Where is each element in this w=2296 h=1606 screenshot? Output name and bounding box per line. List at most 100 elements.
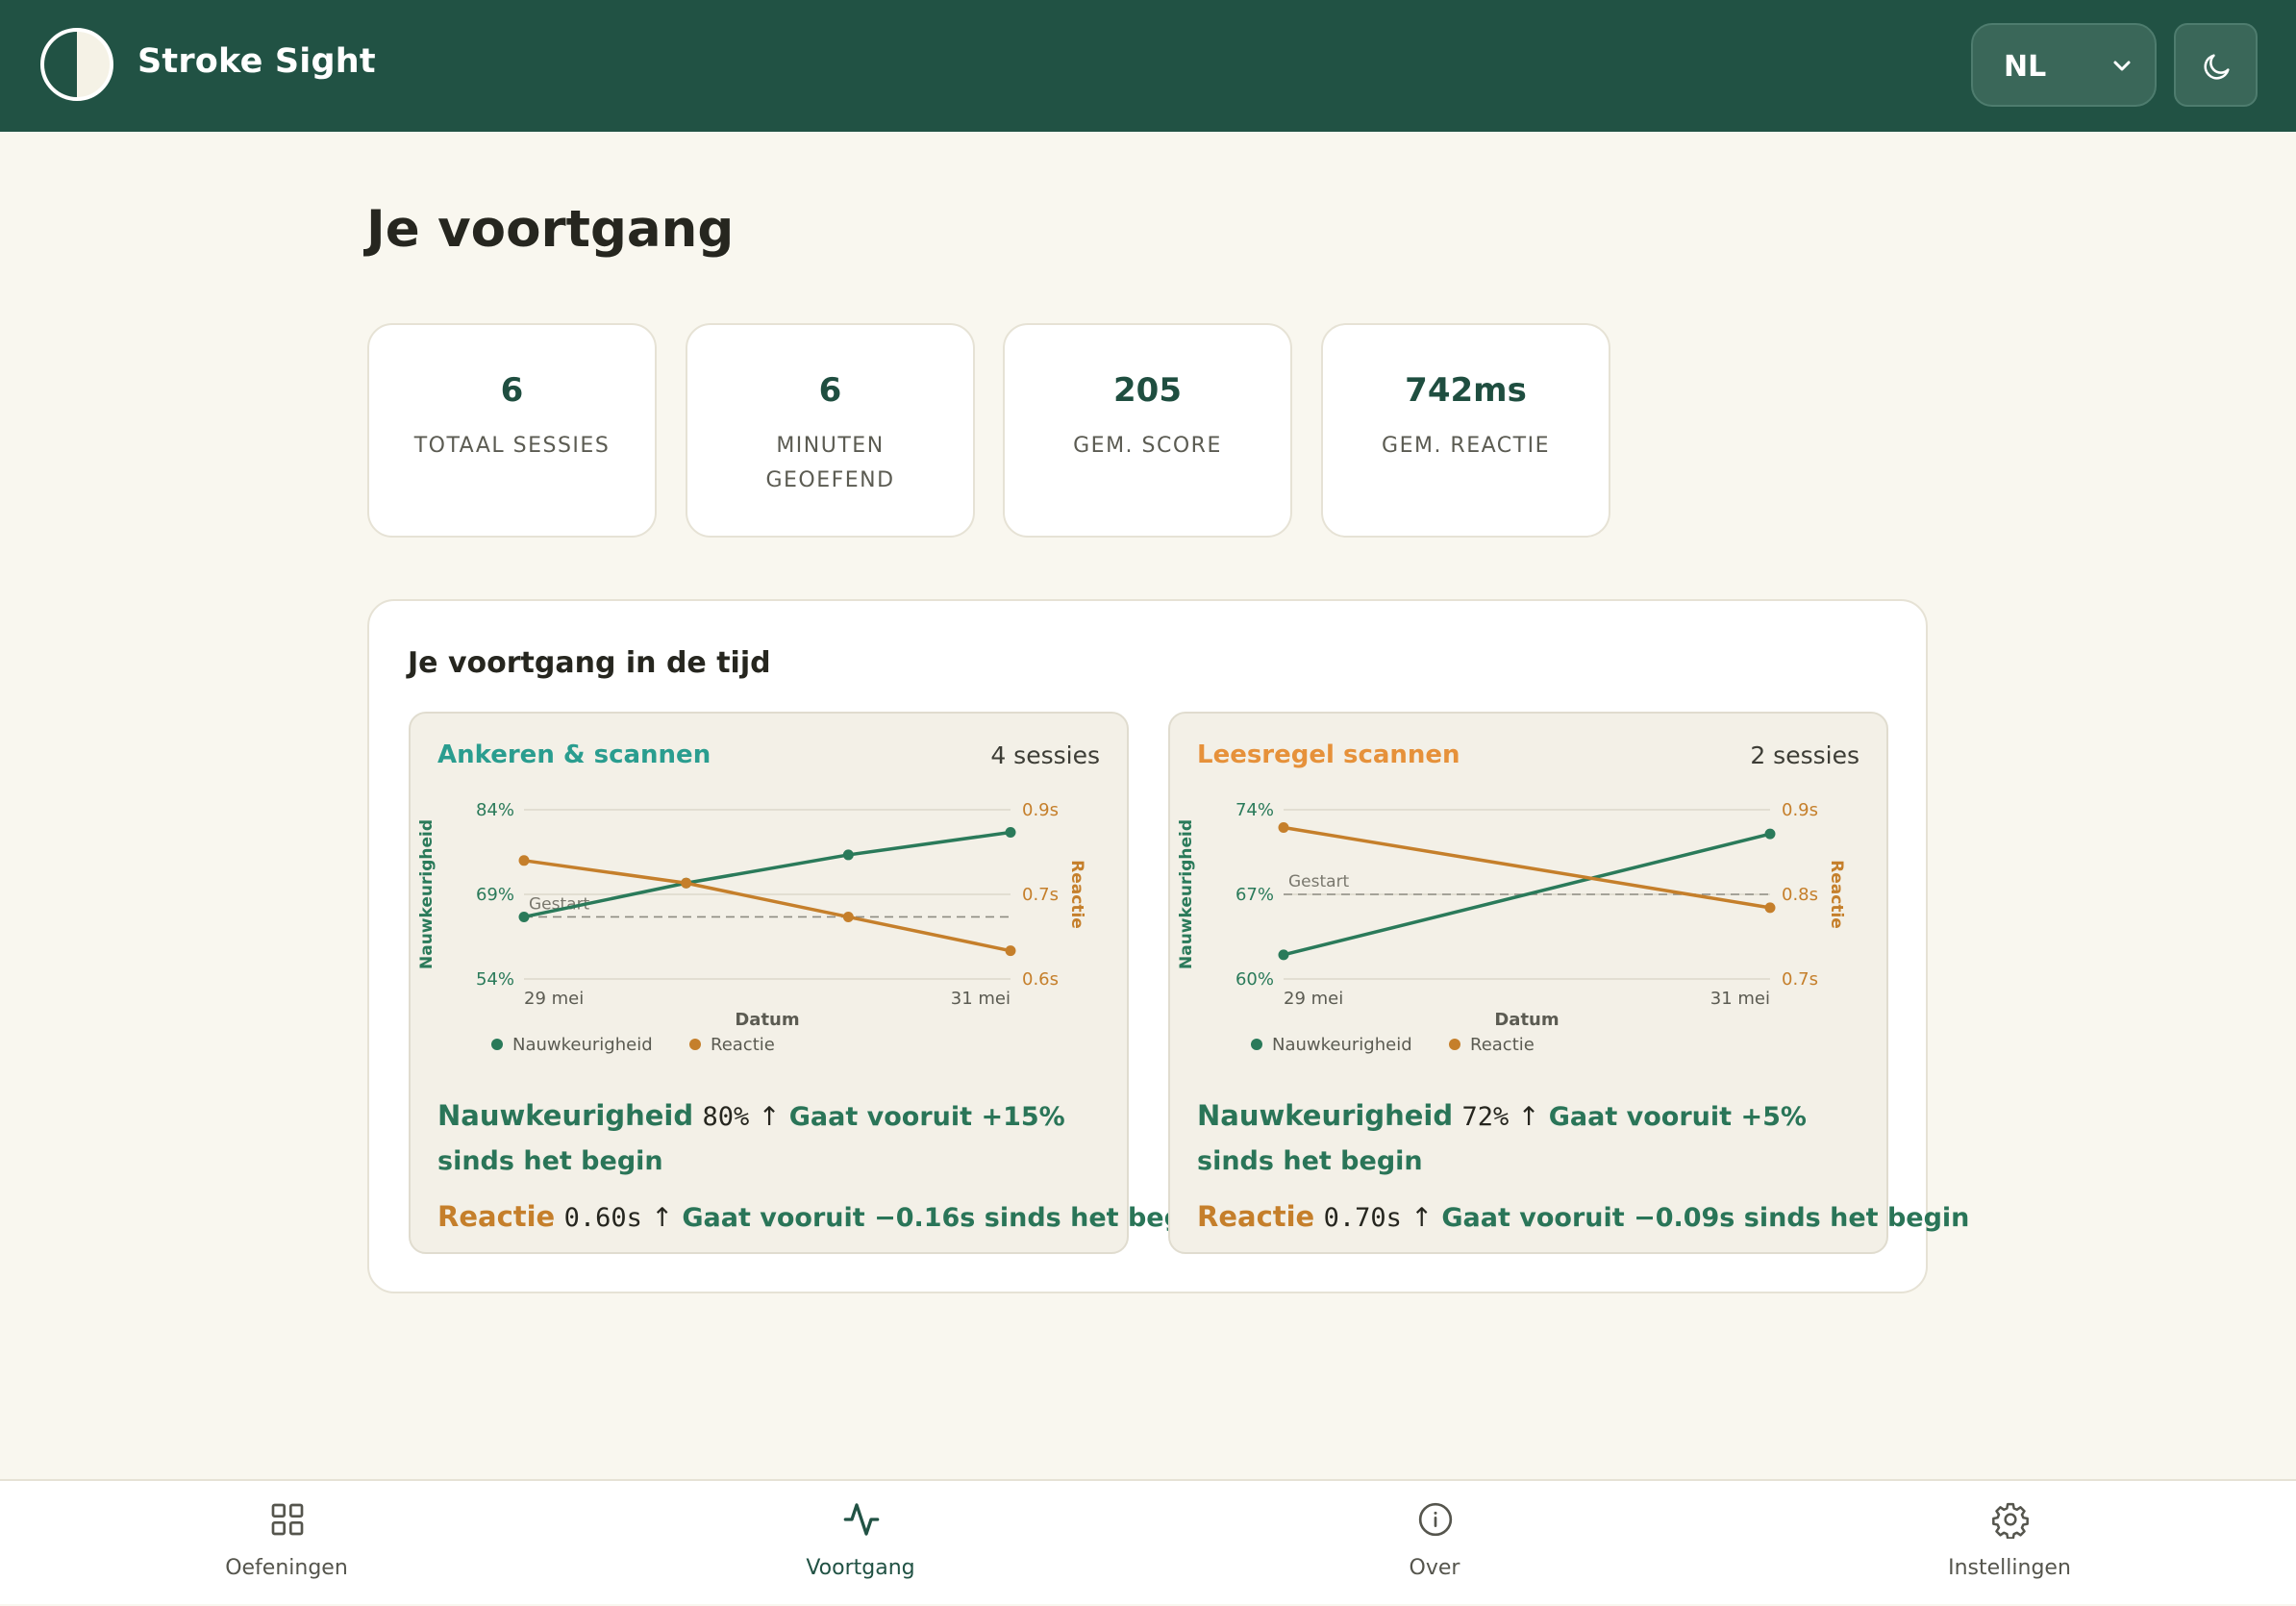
page-title: Je voortgang	[366, 200, 735, 259]
series-line-accuracy	[523, 830, 1011, 919]
language-value: NL	[2004, 50, 2047, 84]
stat-label: GEM. SCORE	[1073, 434, 1222, 458]
y2-tick-label: 0.6s	[1022, 969, 1059, 990]
y-tick-label: 54%	[476, 969, 514, 990]
stat-value: 6	[818, 371, 842, 410]
data-point	[518, 911, 530, 922]
reaction-trend: Gaat vooruit −0.16s sinds het begin	[682, 1203, 1210, 1233]
y2-tick-label: 0.8s	[1782, 885, 1818, 905]
y2-axis-label: Reactie	[1067, 860, 1086, 929]
accuracy-summary: Nauwkeurigheid 72% ↑ Gaat vooruit +5% si…	[1197, 1093, 1870, 1184]
accuracy-label: Nauwkeurigheid	[437, 1099, 694, 1132]
stat-value: 742ms	[1405, 371, 1527, 410]
y-axis-label: Nauwkeurigheid	[1177, 819, 1196, 969]
nav-item-progress[interactable]: Voortgang	[716, 1481, 1005, 1606]
stat-card-avg-score: 205 GEM. SCORE	[1003, 323, 1292, 538]
chevron-down-icon	[2113, 61, 2131, 71]
brand-name: Stroke Sight	[137, 42, 376, 81]
reaction-summary: Reactie 0.70s ↑ Gaat vooruit −0.09s sind…	[1197, 1194, 1969, 1241]
y2-tick-label: 0.7s	[1782, 969, 1818, 990]
data-point	[1005, 945, 1016, 957]
moon-icon	[2204, 54, 2230, 80]
arrow-up-icon: ↑	[1517, 1102, 1540, 1132]
nav-item-about[interactable]: Over	[1290, 1481, 1579, 1606]
legend-marker	[1449, 1039, 1460, 1050]
card-title: Leesregel scannen	[1197, 740, 1460, 769]
reaction-label: Reactie	[437, 1200, 556, 1233]
y-tick-label: 84%	[476, 800, 514, 820]
data-point	[1278, 822, 1289, 834]
progress-chart: 54% 69% 84% 0.6s 0.7s 0.9s Nauwkeurigheid React…	[417, 800, 1086, 1055]
y-axis-label: Nauwkeurigheid	[417, 819, 437, 969]
card-title: Ankeren & scannen	[437, 740, 711, 769]
reaction-value: 0.60s	[563, 1203, 642, 1233]
stat-value: 6	[500, 371, 524, 410]
exercise-card-anchoring: Ankeren & scannen 4 sessies 54% 69% 84% 0.6…	[409, 712, 1210, 1254]
stat-label: TOTAAL SESSIES	[413, 434, 611, 458]
logo-icon	[40, 28, 113, 101]
stat-card-minutes-practiced: 6 MINUTEN GEOEFEND	[686, 323, 975, 538]
stat-value: 205	[1113, 371, 1182, 410]
stat-label: MINUTEN GEOEFEND	[765, 434, 895, 492]
y-tick-label: 60%	[1235, 969, 1274, 990]
x-tick-label: 29 mei	[1284, 989, 1343, 1009]
nav-item-exercises[interactable]: Oefeningen	[142, 1481, 431, 1606]
stat-card-total-sessions: 6 TOTAAL SESSIES	[367, 323, 657, 538]
session-count: 2 sessies	[1750, 741, 1859, 769]
data-point	[1005, 826, 1016, 838]
x-tick-label: 31 mei	[1710, 989, 1770, 1009]
arrow-up-icon: ↑	[651, 1203, 673, 1233]
nav-item-settings[interactable]: Instellingen	[1865, 1481, 2154, 1606]
nav-label: Oefeningen	[225, 1556, 348, 1580]
reaction-label: Reactie	[1197, 1200, 1315, 1233]
language-select[interactable]: NL	[1971, 23, 2157, 107]
legend-marker	[689, 1039, 701, 1050]
y2-tick-label: 0.9s	[1782, 800, 1818, 820]
reaction-summary: Reactie 0.60s ↑ Gaat vooruit −0.16s sind…	[437, 1194, 1210, 1241]
panel-title: Je voortgang in de tijd	[408, 646, 771, 680]
legend-label: Reactie	[711, 1035, 775, 1055]
legend-label: Reactie	[1470, 1035, 1535, 1055]
accuracy-value: 72%	[1461, 1102, 1510, 1132]
legend-marker	[1251, 1039, 1262, 1050]
accuracy-summary: Nauwkeurigheid 80% ↑ Gaat vooruit +15% s…	[437, 1093, 1111, 1184]
y2-tick-label: 0.9s	[1022, 800, 1059, 820]
activity-icon	[843, 1503, 880, 1536]
accuracy-value: 80%	[702, 1102, 750, 1132]
grid-icon	[271, 1503, 304, 1536]
bottom-navigation: Oefeningen Voortgang Over Instellingen	[0, 1479, 2296, 1604]
arrow-up-icon: ↑	[1410, 1203, 1433, 1233]
y-tick-label: 67%	[1235, 885, 1274, 905]
y2-axis-label: Reactie	[1827, 860, 1846, 929]
baseline-label: Gestart	[1288, 872, 1350, 891]
y2-tick-label: 0.7s	[1022, 885, 1059, 905]
stat-label: GEM. REACTIE	[1382, 434, 1550, 458]
series-line-reaction	[523, 859, 1011, 953]
legend-marker	[491, 1039, 503, 1050]
progress-chart: 60% 67% 74% 0.7s 0.8s 0.9s Nauwkeurigheid React…	[1177, 800, 1846, 1055]
nav-label: Voortgang	[806, 1556, 915, 1580]
x-axis-label: Datum	[735, 1010, 799, 1030]
nav-label: Over	[1409, 1556, 1460, 1580]
nav-label: Instellingen	[1948, 1556, 2071, 1580]
info-icon	[1418, 1502, 1453, 1537]
legend-label: Nauwkeurigheid	[1272, 1035, 1412, 1055]
x-axis-label: Datum	[1494, 1010, 1559, 1030]
y-tick-label: 74%	[1235, 800, 1274, 820]
exercise-card-reading-line: Leesregel scannen 2 sessies 60% 67% 74% 0.7…	[1168, 712, 1969, 1254]
data-point	[1764, 828, 1776, 840]
gear-icon	[1992, 1502, 2029, 1539]
theme-toggle-button[interactable]	[2174, 23, 2258, 107]
x-tick-label: 29 mei	[524, 989, 584, 1009]
top-bar: Stroke Sight NL	[0, 0, 2296, 132]
stat-card-avg-reaction: 742ms GEM. REACTIE	[1321, 323, 1610, 538]
data-point	[518, 855, 530, 866]
data-point	[1764, 902, 1776, 914]
arrow-up-icon: ↑	[758, 1102, 781, 1132]
session-count: 4 sessies	[990, 741, 1100, 769]
data-point	[842, 849, 854, 861]
reaction-trend: Gaat vooruit −0.09s sinds het begin	[1441, 1203, 1970, 1233]
reaction-value: 0.70s	[1323, 1203, 1402, 1233]
progress-panel: Je voortgang in de tijd Ankeren & scanne…	[367, 599, 1969, 1293]
legend-label: Nauwkeurigheid	[512, 1035, 653, 1055]
